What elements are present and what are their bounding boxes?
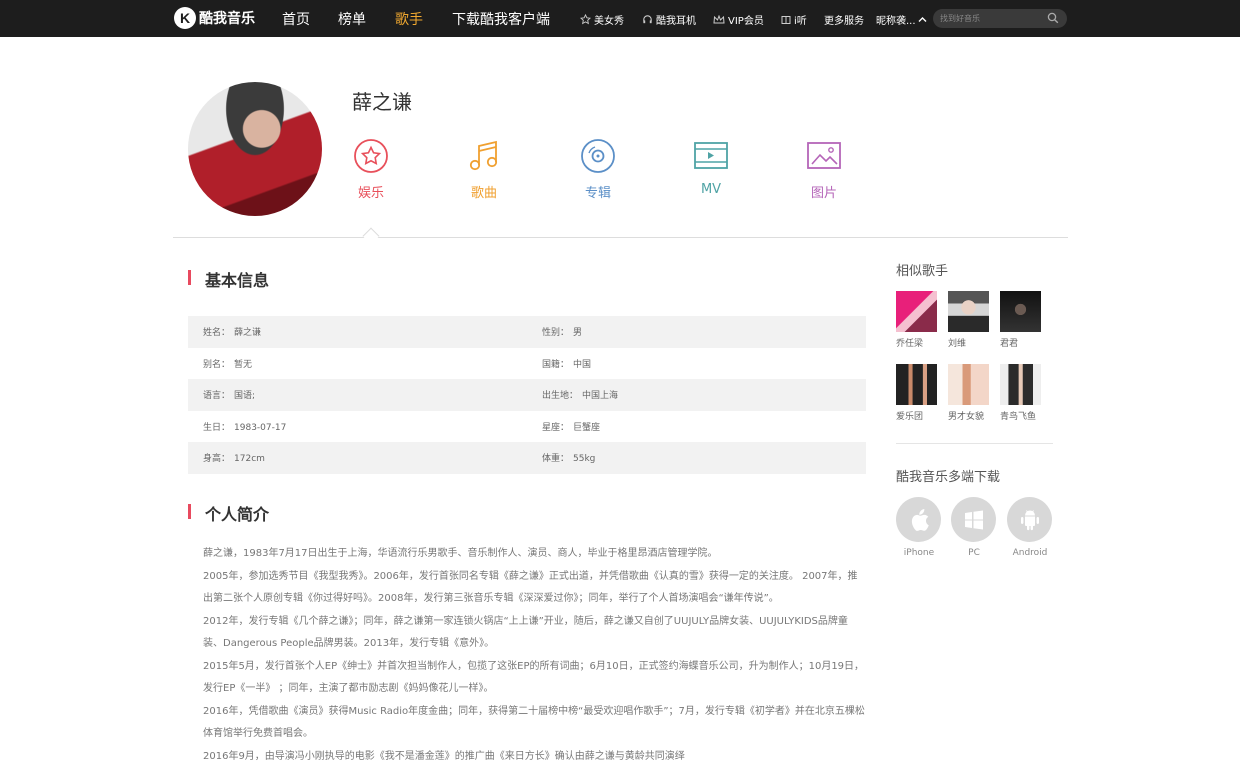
top-navigation-bar: K 酷我音乐 首页 榜单 歌手 下载酷我客户端 美女秀 酷我耳机 VIP会员 i…: [0, 0, 1240, 37]
nav-singers[interactable]: 歌手: [395, 9, 423, 29]
singer-photo: [896, 364, 937, 405]
similar-singers-title: 相似歌手: [896, 264, 949, 279]
link-vip[interactable]: VIP会员: [713, 12, 764, 27]
star-icon: [354, 139, 388, 173]
gender-value: 男: [573, 328, 583, 339]
logo-text: 酷我音乐: [199, 11, 255, 27]
nav-charts[interactable]: 榜单: [338, 9, 366, 29]
image-icon: [807, 142, 841, 169]
bio-paragraph: 2005年，参加选秀节目《我型我秀》。2006年，发行首张同名专辑《薛之谦》正式…: [203, 570, 858, 605]
nationality-value: 中国: [573, 359, 592, 370]
table-row: 生日： 1983-07-17 星座： 巨蟹座: [203, 422, 601, 433]
sidebar-divider: [896, 443, 1053, 444]
download-iphone[interactable]: iPhone: [896, 497, 942, 558]
tab-pictures[interactable]: 图片: [794, 138, 854, 201]
tab-songs[interactable]: 歌曲: [454, 138, 514, 201]
chevron-up-icon: [918, 17, 927, 22]
tab-mv[interactable]: MV: [681, 138, 741, 197]
basic-info-table: 姓名： 薛之谦 性别：男 别名： 暂无 国籍： 中国 语言： 国语; 出生地： 中国上海 …: [188, 316, 866, 474]
similar-singer[interactable]: 男才女貌: [948, 364, 990, 422]
table-row: 身高： 172cm 体重： 55kg: [188, 442, 866, 474]
tab-entertainment[interactable]: 娱乐: [341, 138, 401, 201]
bio-paragraph: 2016年，凭借歌曲《演员》获得Music Radio年度金曲；同年，获得第二十…: [203, 705, 865, 740]
birthday-value: 1983-07-17: [234, 422, 287, 433]
nav-home[interactable]: 首页: [282, 9, 310, 29]
bio-text: 薛之谦，1983年7月17日出生于上海，华语流行乐男歌手、音乐制作人、演员、商人…: [203, 543, 866, 768]
singer-photo: [1000, 364, 1041, 405]
download-title: 酷我音乐多端下载: [896, 470, 1001, 485]
header-divider: [173, 237, 1068, 238]
constellation-value: 巨蟹座: [573, 422, 601, 433]
singer-photo: [948, 291, 989, 332]
link-iting[interactable]: i听: [781, 12, 807, 27]
music-note-icon: [469, 140, 498, 171]
similar-singer[interactable]: 爱乐团: [896, 364, 938, 422]
weight-value: 55kg: [573, 454, 596, 465]
table-row: 别名： 暂无 国籍： 中国: [203, 359, 592, 370]
link-earphones[interactable]: 酷我耳机: [642, 12, 696, 27]
similar-singer[interactable]: 君君: [1000, 291, 1042, 349]
link-beauty-show[interactable]: 美女秀: [580, 12, 624, 27]
android-icon: [1020, 509, 1039, 530]
crown-icon: [713, 14, 725, 23]
bio-paragraph: 2012年，发行专辑《几个薛之谦》；同年，薛之谦第一家连锁火锅店“上上谦”开业，…: [203, 615, 848, 650]
name-value: 薛之谦: [234, 328, 262, 339]
bio-paragraph: 2015年5月，发行首张个人EP《绅士》并首次担当制作人，包揽了这张EP的所有词…: [203, 660, 865, 695]
similar-singer[interactable]: 刘维: [948, 291, 990, 349]
singer-photo: [1000, 291, 1041, 332]
kuwo-logo-icon: K: [174, 7, 196, 29]
alias-value: 暂无: [234, 359, 253, 370]
apple-icon: [911, 508, 929, 531]
download-pc[interactable]: PC: [951, 497, 997, 558]
search-icon[interactable]: [1047, 12, 1059, 24]
book-icon: [781, 15, 791, 24]
table-row: 语言： 国语; 出生地： 中国上海: [188, 379, 866, 411]
basic-info-title: 基本信息: [188, 267, 269, 291]
star-outline-icon: [580, 14, 591, 25]
nav-download-client[interactable]: 下载酷我客户端: [452, 9, 550, 29]
windows-icon: [964, 510, 983, 529]
download-android[interactable]: Android: [1007, 497, 1053, 558]
logo[interactable]: K 酷我音乐: [174, 5, 255, 31]
similar-singer[interactable]: 青鸟飞鱼: [1000, 364, 1042, 422]
singer-photo: [896, 291, 937, 332]
tab-albums[interactable]: 专辑: [568, 138, 628, 201]
active-tab-indicator: [362, 227, 380, 245]
search-box: [933, 9, 1067, 28]
headphones-icon: [643, 15, 652, 24]
similar-singer[interactable]: 乔任梁: [896, 291, 938, 349]
bio-paragraph: 薛之谦，1983年7月17日出生于上海，华语流行乐男歌手、音乐制作人、演员、商人…: [203, 548, 718, 559]
link-more-services[interactable]: 更多服务: [824, 12, 864, 27]
artist-avatar: [188, 82, 322, 216]
video-icon: [694, 142, 728, 169]
singer-photo: [948, 364, 989, 405]
table-row: 姓名： 薛之谦 性别：男: [188, 316, 866, 348]
user-nickname-menu[interactable]: 昵称袭...: [876, 12, 930, 27]
bio-paragraph: 2016年9月，由导演冯小刚执导的电影《我不是潘金莲》的推广曲《来日方长》确认由…: [203, 750, 685, 762]
birthplace-value: 中国上海: [582, 391, 619, 402]
search-input[interactable]: [940, 11, 1044, 26]
artist-name: 薛之谦: [352, 90, 412, 114]
height-value: 172cm: [234, 454, 265, 465]
disc-icon: [581, 139, 615, 173]
bio-title: 个人简介: [188, 501, 269, 525]
language-value: 国语;: [234, 391, 256, 402]
